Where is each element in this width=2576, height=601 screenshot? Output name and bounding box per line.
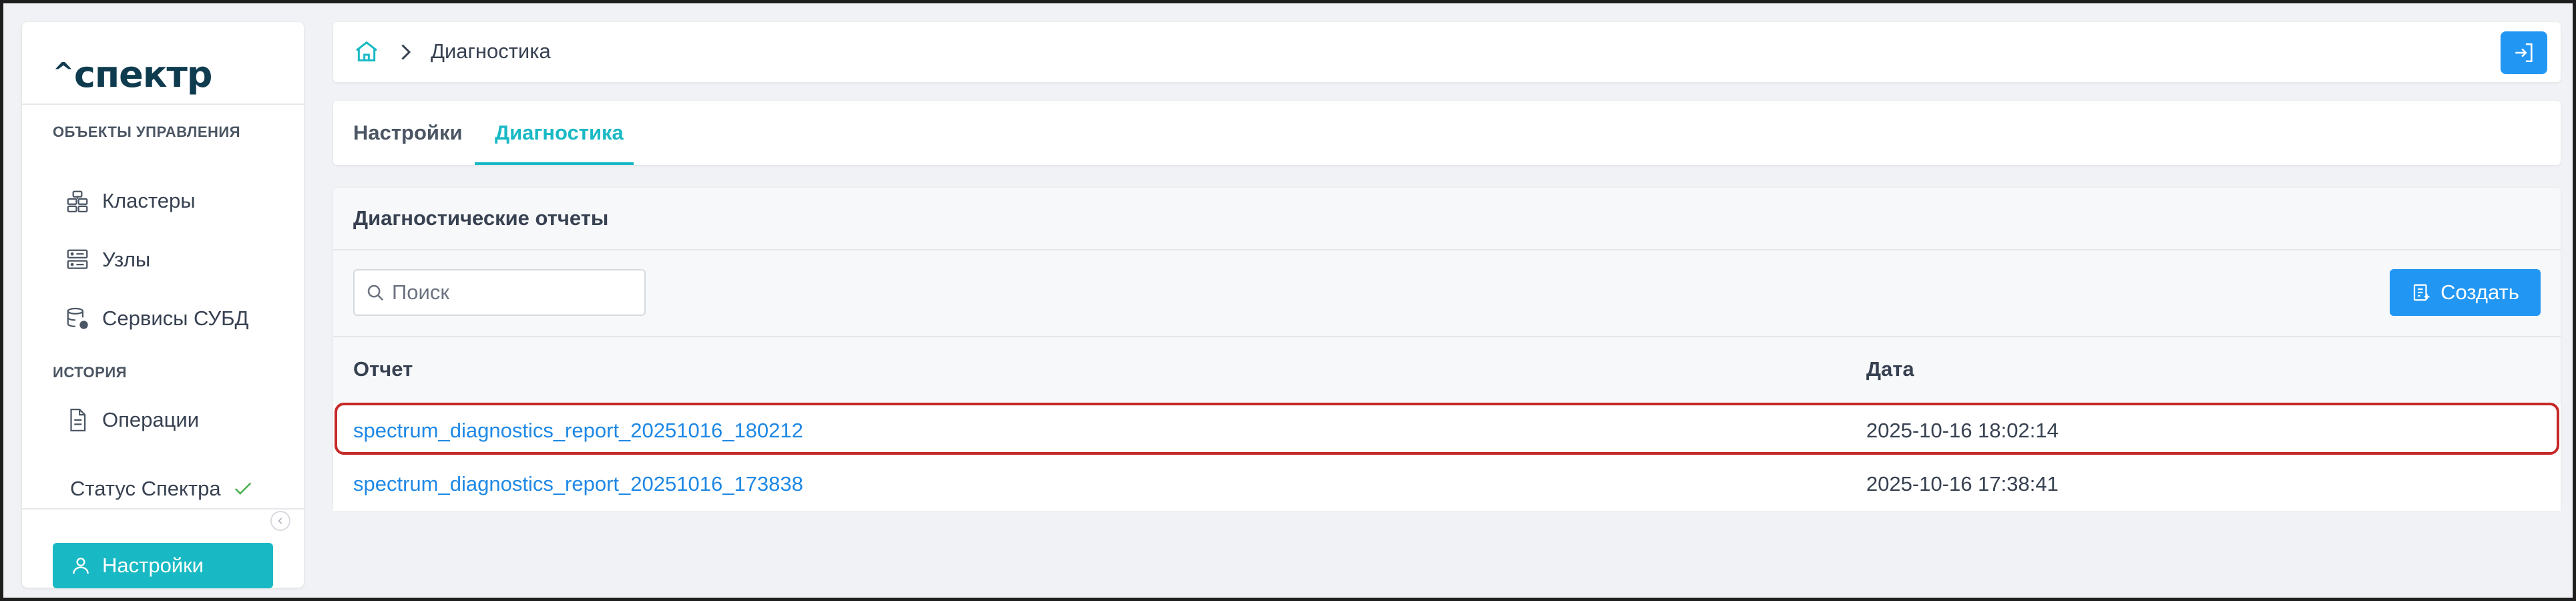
tab-diagnostics[interactable]: Диагностика: [495, 101, 624, 165]
user-icon: [73, 558, 89, 574]
panel-divider: [333, 249, 2561, 250]
sidebar-section-history: ИСТОРИЯ: [53, 364, 127, 381]
report-date: 2025-10-16 17:38:41: [1866, 472, 2059, 495]
chevron-right-icon: [401, 44, 411, 60]
logout-button[interactable]: [2501, 31, 2547, 74]
app-window: ^ спектр ОБЪЕКТЫ УПРАВЛЕНИЯ Кластеры Узл…: [0, 0, 2576, 601]
reports-panel: Диагностические отчеты Создать Отчет Дат…: [333, 188, 2561, 511]
report-link[interactable]: spectrum_diagnostics_report_20251016_173…: [353, 457, 803, 511]
report-date: 2025-10-16 18:02:14: [1866, 419, 2059, 442]
search-input[interactable]: [392, 280, 639, 305]
cluster-icon: [67, 190, 88, 212]
tabs-bar: Настройки Диагностика: [333, 101, 2561, 165]
document-icon: [70, 409, 86, 431]
breadcrumb-current: Диагностика: [431, 39, 551, 63]
table-row[interactable]: spectrum_diagnostics_report_20251016_173…: [333, 457, 2561, 511]
sidebar-item-nodes[interactable]: Узлы: [65, 240, 285, 280]
settings-button-label: Настройки: [102, 554, 204, 577]
sidebar-item-label: Операции: [102, 408, 200, 431]
home-icon[interactable]: [353, 38, 380, 65]
column-header-date[interactable]: Дата: [1866, 357, 1914, 381]
sidebar-item-clusters[interactable]: Кластеры: [65, 181, 285, 221]
sidebar-section-objects: ОБЪЕКТЫ УПРАВЛЕНИЯ: [53, 124, 241, 140]
sidebar: ^ спектр ОБЪЕКТЫ УПРАВЛЕНИЯ Кластеры Узл…: [22, 22, 304, 588]
database-settings-icon: [67, 307, 88, 329]
sidebar-item-label: Узлы: [102, 248, 151, 271]
check-icon: [234, 482, 251, 495]
tab-settings[interactable]: Настройки: [353, 101, 463, 165]
sidebar-item-label: Сервисы СУБД: [102, 307, 249, 330]
table-row[interactable]: spectrum_diagnostics_report_20251016_180…: [333, 404, 2561, 457]
sidebar-item-dbms-services[interactable]: Сервисы СУБД: [65, 298, 285, 339]
search-box[interactable]: [353, 269, 646, 316]
panel-title: Диагностические отчеты: [353, 206, 609, 230]
app-logo[interactable]: ^ спектр: [53, 57, 212, 104]
create-button-label: Создать: [2440, 280, 2519, 304]
search-icon: [367, 284, 384, 301]
sidebar-status-spectr[interactable]: Статус Спектра: [70, 473, 254, 504]
create-document-icon: [2413, 284, 2430, 301]
sidebar-item-operations[interactable]: Операции: [65, 400, 285, 440]
status-label: Статус Спектра: [70, 477, 221, 500]
sidebar-divider: [22, 508, 304, 510]
sidebar-collapse-button[interactable]: [270, 511, 290, 531]
server-icon: [67, 249, 88, 269]
logout-icon: [2515, 43, 2533, 63]
active-tab-indicator: [475, 162, 634, 165]
create-report-button[interactable]: Создать: [2390, 269, 2541, 316]
panel-divider: [333, 336, 2561, 337]
logo-text: спектр: [73, 53, 213, 95]
settings-button[interactable]: Настройки: [53, 543, 273, 588]
logo-caret: ^: [53, 57, 74, 87]
sidebar-divider: [22, 104, 304, 105]
report-link[interactable]: spectrum_diagnostics_report_20251016_180…: [353, 404, 803, 457]
chevron-left-icon: [278, 518, 282, 524]
top-header: Диагностика: [333, 22, 2561, 82]
column-header-report[interactable]: Отчет: [353, 357, 413, 381]
sidebar-item-label: Кластеры: [102, 189, 196, 212]
